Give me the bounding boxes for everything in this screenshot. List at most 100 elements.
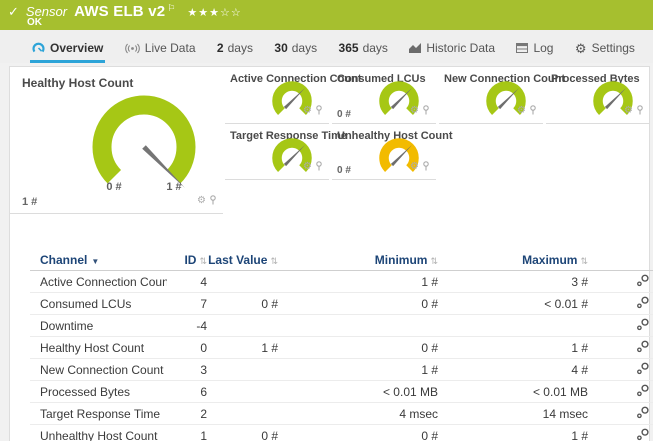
sort-icon: ⇅ [430, 255, 438, 266]
tab-historic-data-label: Historic Data [426, 41, 496, 55]
channel-minimum: 0 # [278, 292, 438, 315]
gauge-panel-processed-bytes[interactable]: Processed Bytes ⚙ [546, 67, 650, 124]
channel-last-value [207, 380, 278, 403]
column-header-channel[interactable]: Channel ▼ [30, 249, 167, 271]
channel-last-value [207, 402, 278, 425]
pin-icon[interactable] [422, 102, 430, 120]
channel-row: Target Response Time 2 4 msec 14 msec [30, 402, 653, 425]
healthy-host-count-gauge[interactable] [69, 95, 219, 197]
gauge-panel-active-connection-count[interactable]: Active Connection Count ⚙ [225, 67, 361, 124]
channel-name[interactable]: Target Response Time [40, 407, 160, 421]
gauge-panel-unhealthy-host-count[interactable]: Unhealthy Host Count 0 # ⚙ [332, 124, 453, 180]
channel-row: Unhealthy Host Count 1 0 # 0 # 1 # [30, 424, 653, 441]
channel-settings-icon[interactable] [636, 274, 650, 290]
channel-maximum: 1 # [438, 336, 588, 359]
pin-icon[interactable] [529, 102, 537, 120]
sensor-title: AWS ELB v2 [74, 3, 166, 20]
tab-365-days-number: 365 [338, 41, 359, 55]
channel-row: Processed Bytes 6 < 0.01 MB < 0.01 MB [30, 380, 653, 403]
pin-icon[interactable] [315, 102, 323, 120]
gauge-last-value: 0 # [337, 109, 351, 120]
tab-365-days[interactable]: 365 days [337, 39, 390, 63]
channel-settings-icon[interactable] [636, 340, 650, 356]
channel-settings-icon[interactable] [636, 296, 650, 312]
channel-name[interactable]: New Connection Count [40, 363, 163, 377]
tab-2-days-label: days [227, 41, 253, 55]
gauge-panel-new-connection-count[interactable]: New Connection Count ⚙ [439, 67, 565, 124]
tab-2-days-number: 2 [216, 41, 224, 55]
channel-maximum: < 0.01 # [438, 292, 588, 315]
sort-icon: ⇅ [270, 255, 278, 266]
tab-overview[interactable]: Overview [30, 39, 106, 63]
channel-name[interactable]: Processed Bytes [40, 385, 130, 399]
status-check-icon: ✓ [8, 4, 19, 19]
pin-icon[interactable] [209, 192, 217, 210]
tab-overview-label: Overview [50, 41, 104, 55]
channel-name[interactable]: Unhealthy Host Count [40, 429, 157, 441]
tab-2-days[interactable]: 2 days [215, 39, 255, 63]
gauge-scale-min: 0 # [106, 181, 122, 193]
channel-id: 0 [167, 336, 207, 359]
gear-icon[interactable]: ⚙ [517, 106, 526, 116]
channel-name[interactable]: Downtime [40, 319, 93, 333]
chart-icon [409, 43, 422, 53]
gauge-panel-consumed-lcus[interactable]: Consumed LCUs 0 # ⚙ [332, 67, 436, 124]
channel-minimum: 0 # [278, 336, 438, 359]
gear-icon[interactable]: ⚙ [303, 106, 312, 116]
stars-empty: ☆☆ [219, 7, 242, 19]
gear-icon[interactable]: ⚙ [303, 162, 312, 172]
priority-flag-icon: ⚐ [167, 3, 176, 13]
gear-icon[interactable]: ⚙ [410, 162, 419, 172]
sensor-header: ✓ Sensor AWS ELB v2 ⚐ ★★★☆☆ OK [0, 0, 653, 30]
column-header-last-value[interactable]: Last Value ⇅ [207, 249, 278, 271]
channel-maximum: < 0.01 MB [438, 380, 588, 403]
channel-maximum: 14 msec [438, 402, 588, 425]
pin-icon[interactable] [422, 158, 430, 176]
pin-icon[interactable] [315, 158, 323, 176]
channel-settings-icon[interactable] [636, 428, 650, 441]
tab-log[interactable]: Log [514, 39, 555, 63]
tab-30-days[interactable]: 30 days [272, 39, 319, 63]
tab-settings[interactable]: ⚙ Settings [573, 39, 637, 63]
channel-minimum: < 0.01 MB [278, 380, 438, 403]
channel-name[interactable]: Consumed LCUs [40, 297, 131, 311]
channel-table: Channel ▼ ID ⇅ Last Value ⇅ Minimum ⇅ Maximu… [30, 249, 653, 441]
channel-last-value [207, 358, 278, 381]
channel-settings-icon[interactable] [636, 362, 650, 378]
gauge-icon [32, 42, 45, 54]
gauge-panel-target-response-time[interactable]: Target Response Time ⚙ [225, 124, 347, 180]
gear-icon[interactable]: ⚙ [624, 106, 633, 116]
sort-icon: ⇅ [199, 255, 207, 266]
gauge-last-value: 0 # [337, 165, 351, 176]
column-header-maximum[interactable]: Maximum ⇅ [438, 249, 588, 271]
priority-stars[interactable]: ★★★☆☆ [187, 6, 241, 19]
channel-id: 4 [167, 270, 207, 293]
tab-settings-label: Settings [591, 41, 635, 55]
gauge-scale-max: 1 # [166, 181, 182, 193]
channel-settings-icon[interactable] [636, 406, 650, 422]
channel-row: New Connection Count 3 1 # 4 # [30, 358, 653, 381]
tab-30-days-label: days [291, 41, 318, 55]
channel-last-value: 0 # [207, 424, 278, 441]
channel-name[interactable]: Healthy Host Count [40, 341, 144, 355]
gear-icon[interactable]: ⚙ [197, 196, 206, 206]
pin-icon[interactable] [636, 102, 644, 120]
channel-table-header-row: Channel ▼ ID ⇅ Last Value ⇅ Minimum ⇅ Maximu… [30, 249, 653, 271]
column-header-id[interactable]: ID ⇅ [167, 249, 207, 271]
channel-id: 1 [167, 424, 207, 441]
channel-settings-icon[interactable] [636, 318, 650, 334]
channel-minimum: 0 # [278, 424, 438, 441]
tab-live-data[interactable]: Live Data [123, 39, 198, 63]
channel-row: Consumed LCUs 7 0 # 0 # < 0.01 # [30, 292, 653, 315]
sort-icon: ⇅ [580, 255, 588, 266]
tab-historic-data[interactable]: Historic Data [407, 39, 497, 63]
column-header-minimum[interactable]: Minimum ⇅ [278, 249, 438, 271]
channel-settings-icon[interactable] [636, 384, 650, 400]
gauge-panel-healthy-host-count[interactable]: Healthy Host Count 0 # 1 # 1 # ⚙ [10, 67, 223, 214]
channel-minimum: 1 # [278, 270, 438, 293]
gear-icon[interactable]: ⚙ [410, 106, 419, 116]
channel-id: 7 [167, 292, 207, 315]
sensor-status-badge: OK [27, 17, 42, 28]
channel-name[interactable]: Active Connection Count [40, 275, 167, 289]
tab-live-data-label: Live Data [144, 41, 196, 55]
